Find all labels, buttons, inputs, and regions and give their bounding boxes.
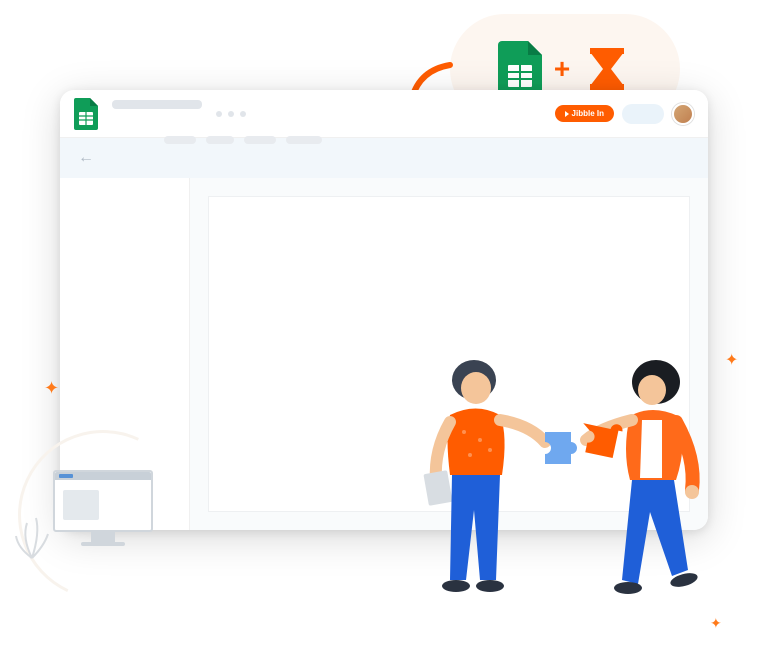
monitor-icon bbox=[53, 470, 153, 545]
menu-item-placeholder bbox=[244, 136, 276, 144]
title-bar: Jibble In bbox=[60, 90, 708, 138]
plant-icon bbox=[12, 508, 62, 568]
monitor-badge bbox=[18, 430, 188, 600]
google-sheets-icon bbox=[498, 41, 542, 97]
user-avatar[interactable] bbox=[672, 103, 694, 125]
menu-item-placeholder bbox=[286, 136, 322, 144]
people-illustration bbox=[400, 340, 740, 640]
dot-icon bbox=[216, 111, 222, 117]
sparkle-icon: ✦ bbox=[710, 615, 722, 632]
jibble-logo-icon bbox=[582, 44, 632, 94]
sparkle-icon: ✦ bbox=[44, 378, 59, 399]
dot-icon bbox=[240, 111, 246, 117]
menu-bar bbox=[164, 136, 322, 144]
menu-item-placeholder bbox=[206, 136, 234, 144]
google-sheets-icon bbox=[74, 98, 98, 130]
toolbar-pill bbox=[622, 104, 664, 124]
toolbar: ← bbox=[60, 138, 708, 178]
document-title-placeholder bbox=[112, 100, 202, 109]
plus-icon: + bbox=[554, 53, 570, 85]
dot-icon bbox=[228, 111, 234, 117]
menu-item-placeholder bbox=[164, 136, 196, 144]
back-arrow-icon[interactable]: ← bbox=[78, 149, 94, 167]
sparkle-icon: ✦ bbox=[725, 350, 738, 370]
jibble-in-button[interactable]: Jibble In bbox=[555, 105, 614, 122]
